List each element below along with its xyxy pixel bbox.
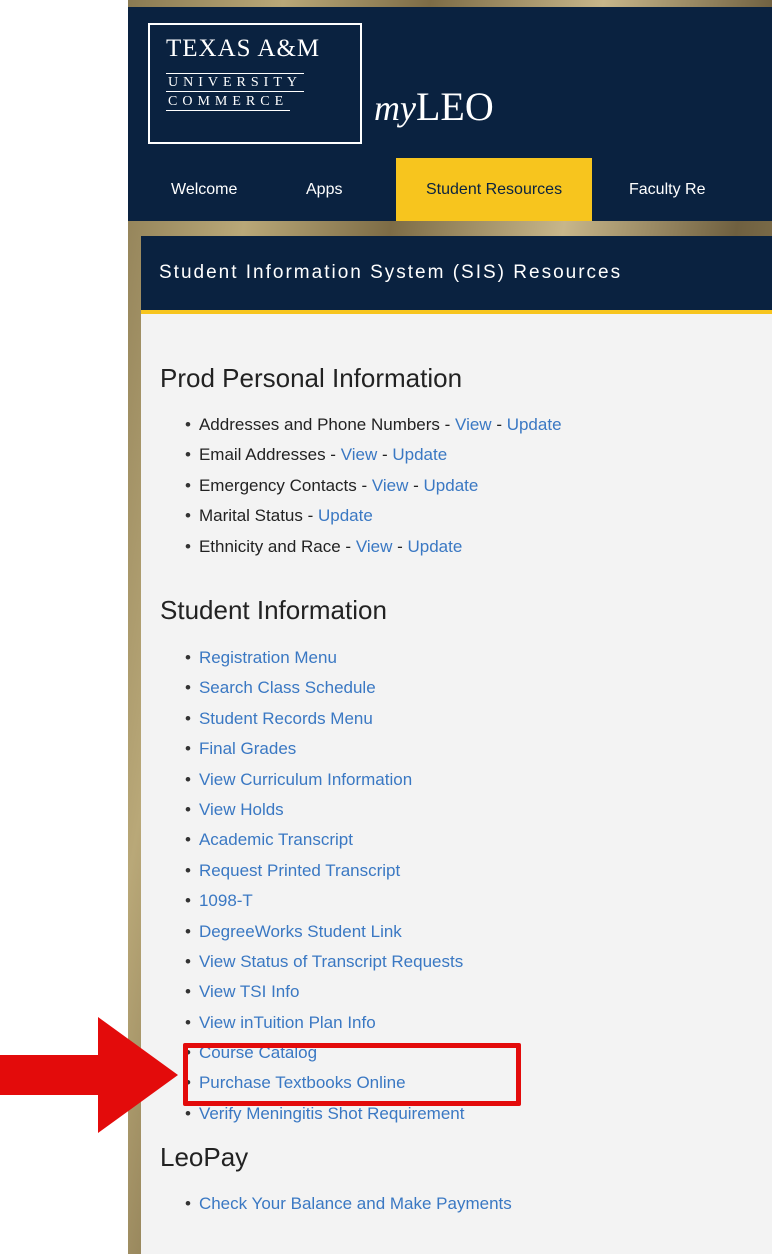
item-label: Email Addresses - bbox=[198, 445, 341, 465]
section-title-student-info: Student Information bbox=[160, 595, 387, 625]
list-item: Request Printed Transcript bbox=[185, 856, 464, 886]
update-link[interactable]: Update bbox=[318, 506, 373, 525]
separator: - bbox=[392, 536, 408, 556]
student-info-list: Registration Menu Search Class Schedule … bbox=[185, 643, 465, 1129]
personal-info-list: Addresses and Phone Numbers - View - Upd… bbox=[185, 410, 562, 562]
link-final-grades[interactable]: Final Grades bbox=[199, 739, 296, 758]
list-item: Course Catalog bbox=[185, 1038, 464, 1068]
list-item: View Holds bbox=[185, 795, 464, 825]
list-item: Verify Meningitis Shot Requirement bbox=[185, 1099, 465, 1129]
list-item: Check Your Balance and Make Payments bbox=[185, 1189, 512, 1219]
section-title-personal-info: Prod Personal Information bbox=[160, 363, 463, 393]
view-link[interactable]: View bbox=[356, 537, 393, 556]
logo-line1: TEXAS A&M bbox=[166, 35, 321, 62]
sis-resources-panel: Student Information System (SIS) Resourc… bbox=[141, 236, 772, 1254]
nav-tab-apps[interactable]: Apps bbox=[259, 158, 381, 221]
panel-title: Student Information System (SIS) Resourc… bbox=[141, 236, 772, 314]
update-link[interactable]: Update bbox=[407, 537, 462, 556]
link-request-printed-transcript[interactable]: Request Printed Transcript bbox=[199, 861, 400, 880]
link-course-catalog[interactable]: Course Catalog bbox=[199, 1043, 317, 1062]
link-academic-transcript[interactable]: Academic Transcript bbox=[199, 830, 353, 849]
link-check-balance[interactable]: Check Your Balance and Make Payments bbox=[199, 1194, 512, 1213]
link-purchase-textbooks[interactable]: Purchase Textbooks Online bbox=[199, 1073, 406, 1092]
list-item: Search Class Schedule bbox=[185, 673, 464, 703]
link-search-class-schedule[interactable]: Search Class Schedule bbox=[199, 678, 376, 697]
nav-tab-student-resources[interactable]: Student Resources bbox=[396, 158, 592, 221]
section-title-leopay: LeoPay bbox=[160, 1142, 249, 1172]
link-degreeworks[interactable]: DegreeWorks Student Link bbox=[199, 922, 402, 941]
link-1098t[interactable]: 1098-T bbox=[199, 891, 253, 910]
list-item: Ethnicity and Race - View - Update bbox=[185, 532, 562, 562]
item-label: Emergency Contacts - bbox=[198, 475, 372, 495]
update-link[interactable]: Update bbox=[392, 445, 447, 464]
main-nav: Welcome Apps Student Resources Faculty R… bbox=[128, 158, 772, 221]
brand-my: my bbox=[374, 88, 416, 128]
link-view-tsi-info[interactable]: View TSI Info bbox=[199, 982, 299, 1001]
logo-line2: UNIVERSITY bbox=[166, 73, 304, 92]
list-item: Purchase Textbooks Online bbox=[185, 1068, 464, 1098]
myleo-brand[interactable]: myLEO bbox=[374, 83, 494, 130]
update-link[interactable]: Update bbox=[424, 476, 479, 495]
header: TEXAS A&M UNIVERSITY COMMERCE myLEO bbox=[128, 7, 772, 158]
update-link[interactable]: Update bbox=[507, 415, 562, 434]
list-item: Academic Transcript bbox=[185, 825, 464, 855]
list-item: 1098-T bbox=[185, 886, 464, 916]
item-label: Addresses and Phone Numbers - bbox=[198, 415, 456, 434]
logo-line3: COMMERCE bbox=[166, 94, 291, 111]
item-label: Ethnicity and Race - bbox=[198, 536, 356, 556]
link-registration-menu[interactable]: Registration Menu bbox=[199, 648, 337, 667]
brand-leo: LEO bbox=[415, 84, 494, 129]
list-item: Student Records Menu bbox=[185, 704, 464, 734]
nav-tab-welcome[interactable]: Welcome bbox=[128, 158, 259, 221]
leopay-list: Check Your Balance and Make Payments bbox=[185, 1189, 512, 1219]
link-student-records-menu[interactable]: Student Records Menu bbox=[199, 709, 373, 728]
list-item: View TSI Info bbox=[185, 977, 464, 1007]
list-item: View Curriculum Information bbox=[185, 765, 464, 795]
list-item: View inTuition Plan Info bbox=[185, 1008, 464, 1038]
item-label: Marital Status - bbox=[198, 506, 318, 526]
list-item: View Status of Transcript Requests bbox=[185, 947, 464, 977]
link-transcript-requests-status[interactable]: View Status of Transcript Requests bbox=[199, 952, 463, 971]
link-view-holds[interactable]: View Holds bbox=[199, 800, 284, 819]
page-frame: TEXAS A&M UNIVERSITY COMMERCE myLEO Welc… bbox=[128, 0, 772, 1254]
list-item: Addresses and Phone Numbers - View - Upd… bbox=[185, 410, 562, 440]
separator: - bbox=[377, 445, 393, 465]
university-logo[interactable]: TEXAS A&M UNIVERSITY COMMERCE bbox=[148, 23, 362, 144]
list-item: Registration Menu bbox=[185, 643, 464, 673]
nav-tab-faculty-resources[interactable]: Faculty Re bbox=[592, 158, 772, 221]
link-meningitis-shot[interactable]: Verify Meningitis Shot Requirement bbox=[199, 1104, 465, 1123]
list-item: Emergency Contacts - View - Update bbox=[185, 471, 562, 501]
list-item: Final Grades bbox=[185, 734, 464, 764]
separator: - bbox=[491, 415, 507, 434]
view-link[interactable]: View bbox=[341, 445, 378, 464]
link-intuition-plan[interactable]: View inTuition Plan Info bbox=[199, 1013, 376, 1032]
link-view-curriculum[interactable]: View Curriculum Information bbox=[199, 770, 412, 789]
list-item: Email Addresses - View - Update bbox=[185, 440, 562, 470]
list-item: DegreeWorks Student Link bbox=[185, 917, 464, 947]
list-item: Marital Status - Update bbox=[185, 501, 562, 531]
arrow-right-icon bbox=[0, 1017, 178, 1133]
view-link[interactable]: View bbox=[372, 476, 409, 495]
separator: - bbox=[408, 475, 424, 495]
view-link[interactable]: View bbox=[455, 415, 492, 434]
